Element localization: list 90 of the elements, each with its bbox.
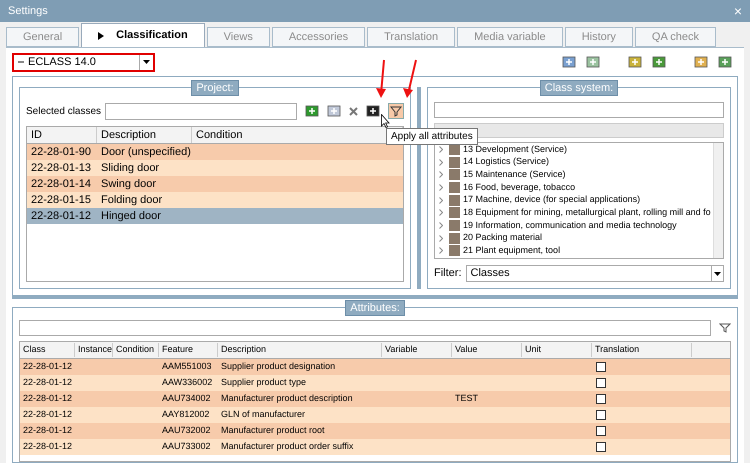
checkbox[interactable] bbox=[596, 426, 606, 436]
filter-label: Filter: bbox=[434, 266, 462, 282]
table-row[interactable]: 22-28-01-90 Door (unspecified) bbox=[27, 144, 403, 160]
photo-placeholder bbox=[449, 194, 460, 206]
table-cell: 22-28-01-12 bbox=[23, 361, 72, 372]
table-cell: AAU734002 bbox=[162, 393, 211, 404]
column-header[interactable]: Description bbox=[97, 127, 192, 143]
dropdown-value: ECLASS 14.0 bbox=[28, 54, 97, 70]
search-field[interactable] bbox=[434, 102, 724, 118]
panel-title: Attributes: bbox=[345, 300, 405, 316]
column-header[interactable]: Instance bbox=[75, 343, 113, 357]
column-header[interactable]: Translation bbox=[592, 343, 692, 357]
table-cell: 22-28-01-12 bbox=[23, 425, 72, 436]
tree-item[interactable]: 16 Food, beverage, tobacco bbox=[463, 180, 576, 194]
table-cell: 22-28-01-12 bbox=[23, 441, 72, 452]
delete-icon[interactable] bbox=[349, 106, 358, 116]
table-cell: AAW336002 bbox=[162, 377, 212, 388]
table-cell: Supplier product type bbox=[221, 377, 306, 388]
caret-icon bbox=[143, 60, 150, 64]
window-title: Settings bbox=[8, 4, 48, 19]
column-header[interactable]: Value bbox=[452, 343, 522, 357]
photo-placeholder bbox=[449, 207, 460, 218]
tree-item[interactable]: 15 Maintenance (Service) bbox=[463, 168, 566, 182]
photo-placeholder bbox=[449, 232, 460, 244]
tree-item[interactable]: 13 Development (Service) bbox=[463, 143, 568, 156]
table-cell-text: Folding door bbox=[100, 192, 164, 208]
attribute-search-field[interactable] bbox=[19, 320, 711, 336]
tree-item[interactable]: 19 Information, communication and media technology bbox=[463, 218, 677, 232]
checkbox[interactable] bbox=[596, 442, 606, 452]
table-cell-text: Hinged door bbox=[100, 208, 162, 224]
table-cell-text: 22-28-01-90 bbox=[30, 144, 92, 160]
table-cell-text: Swing door bbox=[100, 176, 158, 192]
filter-icon[interactable] bbox=[719, 322, 731, 334]
photo-placeholder bbox=[449, 220, 460, 231]
tree-item[interactable]: 14 Logistics (Service) bbox=[463, 155, 550, 169]
table-cell: 22-28-01-12 bbox=[23, 409, 72, 420]
table-cell: AAU733002 bbox=[162, 441, 211, 452]
triangle-icon bbox=[98, 32, 104, 40]
table-row[interactable]: 22-28-01-12 Hinged door bbox=[27, 208, 403, 224]
table-cell: AAM551003 bbox=[162, 361, 212, 372]
table-cell: AAY812002 bbox=[162, 409, 210, 420]
field-label: Selected classes bbox=[26, 104, 102, 118]
checkbox[interactable] bbox=[596, 394, 606, 404]
table-cell-text: Sliding door bbox=[100, 160, 160, 176]
table-cell: TEST bbox=[455, 393, 478, 404]
table-cell: GLN of manufacturer bbox=[221, 409, 306, 420]
photo-placeholder bbox=[449, 245, 460, 256]
photo-placeholder bbox=[449, 156, 460, 168]
table-row[interactable]: 22-28-01-14 Swing door bbox=[27, 176, 403, 192]
column-header[interactable]: Class bbox=[20, 343, 75, 357]
table-cell: Supplier product designation bbox=[221, 361, 336, 372]
add-icon[interactable] bbox=[305, 104, 319, 118]
column-header[interactable]: Condition bbox=[113, 343, 159, 357]
table-row[interactable]: 22-28-01-15 Folding door bbox=[27, 192, 403, 208]
panel-title: Class system: bbox=[540, 80, 618, 96]
column-header[interactable]: ID bbox=[27, 127, 97, 143]
table-cell-text: 22-28-01-14 bbox=[30, 176, 92, 192]
table-cell-text: 22-28-01-15 bbox=[30, 192, 92, 208]
column-header[interactable]: Description bbox=[218, 343, 382, 357]
column-header[interactable]: Unit bbox=[522, 343, 592, 357]
table-cell: Manufacturer product order suffix bbox=[221, 441, 354, 452]
column-header[interactable]: Feature bbox=[159, 343, 218, 357]
tree-item[interactable]: 20 Packing material bbox=[463, 231, 542, 245]
checkbox[interactable] bbox=[596, 410, 606, 420]
checkbox[interactable] bbox=[596, 378, 606, 388]
selected-classes-field[interactable] bbox=[105, 102, 297, 120]
filter-icon[interactable] bbox=[388, 103, 404, 119]
photo-placeholder bbox=[449, 182, 460, 193]
table-cell-text: Door (unspecified) bbox=[100, 144, 192, 160]
photo-placeholder bbox=[449, 169, 460, 180]
panel-title: Project: bbox=[191, 80, 239, 96]
arrow-annotation-drawing bbox=[376, 58, 420, 100]
table-cell: AAU732002 bbox=[162, 425, 211, 436]
table-cell-text: 22-28-01-13 bbox=[30, 160, 92, 176]
column-header[interactable]: Variable bbox=[382, 343, 452, 357]
standard-dropdown[interactable]: ECLASS 14.0 bbox=[12, 52, 155, 72]
tab[interactable]: Classification bbox=[81, 23, 205, 47]
caret-icon bbox=[714, 272, 721, 276]
table-cell-text: 22-28-01-12 bbox=[30, 208, 92, 224]
table-cell: Manufacturer product description bbox=[221, 393, 353, 404]
table-row[interactable]: 22-28-01-13 Sliding door bbox=[27, 160, 403, 176]
table-cell: 22-28-01-12 bbox=[23, 377, 72, 388]
tree-item[interactable]: 17 Machine, device (for special applications) bbox=[463, 193, 640, 207]
filter-dropdown[interactable]: Classes bbox=[466, 265, 724, 282]
table-cell: 22-28-01-12 bbox=[23, 393, 72, 404]
tree-item[interactable]: 21 Plant equipment, tool bbox=[463, 244, 560, 258]
table-cell: Manufacturer product root bbox=[221, 425, 325, 436]
tree-item[interactable]: 18 Equipment for mining, metallurgical plant, rolling mill and fo bbox=[463, 206, 711, 220]
tooltip: Apply all attributes bbox=[386, 128, 478, 145]
checkbox[interactable] bbox=[596, 362, 606, 372]
